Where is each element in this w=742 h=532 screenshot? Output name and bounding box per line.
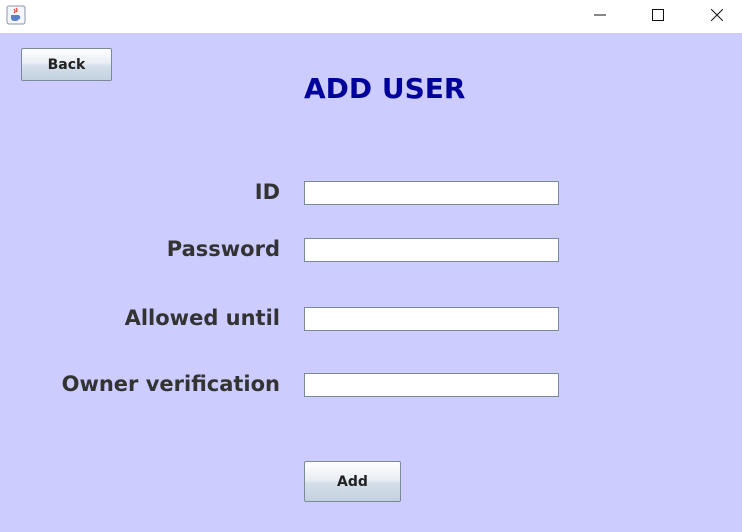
id-label: ID [254,180,280,204]
close-icon [710,6,724,25]
password-field[interactable] [304,238,559,262]
owner-verification-label: Owner verification [61,372,280,396]
close-button[interactable] [694,0,740,30]
page-title: ADD USER [304,72,466,105]
back-button[interactable]: Back [21,48,112,81]
minimize-icon [594,6,606,25]
add-user-panel: Back ADD USER ID Password Allowed until … [0,33,742,532]
password-label: Password [166,237,280,261]
allowed-until-label: Allowed until [124,306,280,330]
id-field[interactable] [304,181,559,205]
java-coffee-cup-icon[interactable] [6,5,26,25]
owner-verification-field[interactable] [304,373,559,397]
maximize-icon [652,6,664,25]
maximize-button[interactable] [635,0,681,30]
minimize-button[interactable] [577,0,623,30]
window-title-bar [0,0,742,33]
allowed-until-field[interactable] [304,307,559,331]
add-button[interactable]: Add [304,461,401,502]
